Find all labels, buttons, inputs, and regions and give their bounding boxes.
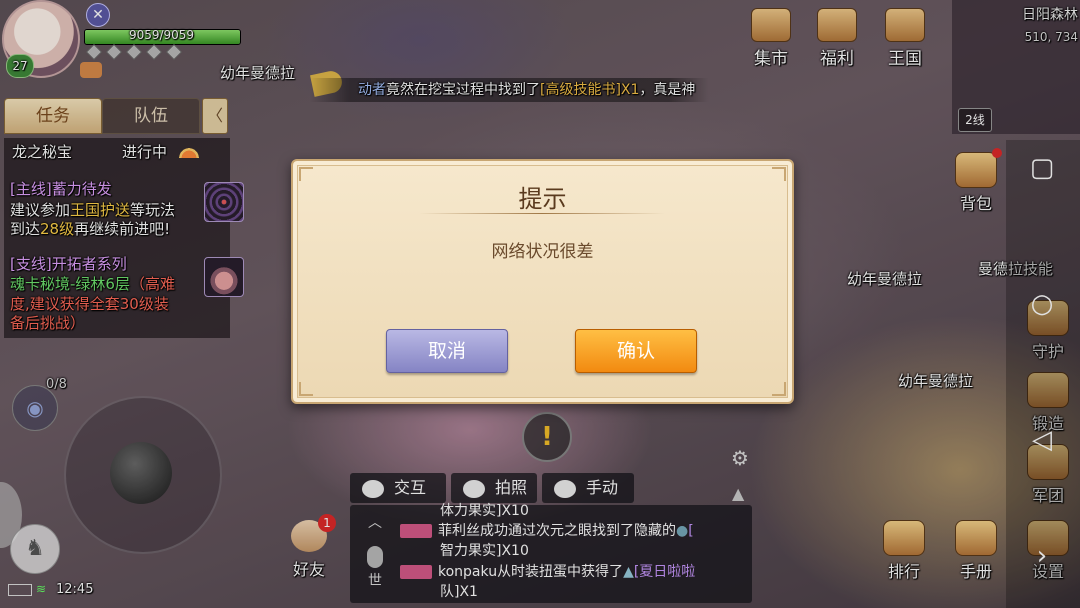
confirm-button[interactable]: 确认 bbox=[575, 329, 697, 373]
network-warning-dialog: 提示 网络状况很差 取消 确认 bbox=[291, 159, 794, 404]
cancel-button[interactable]: 取消 bbox=[386, 329, 508, 373]
dialog-corner-ornament bbox=[772, 382, 786, 396]
dialog-message: 网络状况很差 bbox=[491, 242, 594, 262]
dialog-divider bbox=[419, 213, 665, 214]
dialog-corner-ornament bbox=[299, 382, 313, 396]
dialog-title: 提示 bbox=[518, 185, 567, 213]
